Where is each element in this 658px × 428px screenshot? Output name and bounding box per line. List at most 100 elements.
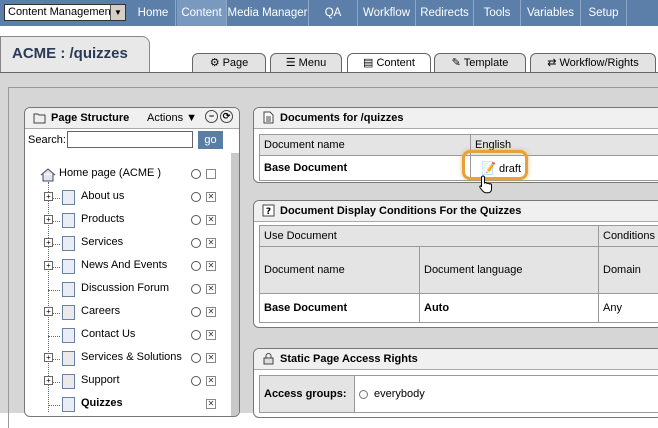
hand-cursor-icon <box>478 174 494 194</box>
workflow-icon: ⇄ <box>547 54 556 72</box>
nav-home[interactable]: Home <box>131 0 176 26</box>
tree-item[interactable]: Contact Us✕ <box>25 325 237 347</box>
tree-item-radio[interactable] <box>191 261 201 271</box>
tree-item[interactable]: + Products ✕ <box>25 210 237 232</box>
tree-item-delete-checkbox[interactable]: ✕ <box>206 330 216 340</box>
chevron-down-icon[interactable]: ▼ <box>110 5 125 20</box>
tree-item-delete-checkbox[interactable]: ✕ <box>206 238 216 248</box>
tree-item-label: Support <box>81 374 120 386</box>
access-rights-header: Static Page Access Rights <box>254 349 658 370</box>
page-icon <box>62 236 75 251</box>
tree-root[interactable]: Home page (ACME ) <box>25 164 237 186</box>
refresh-icon[interactable]: ⟳ <box>220 110 233 123</box>
tree-item[interactable]: + News And Events ✕ <box>25 256 237 278</box>
expand-icon[interactable]: + <box>44 307 53 316</box>
root-radio[interactable] <box>191 169 201 179</box>
root-checkbox[interactable] <box>206 169 216 179</box>
expand-icon[interactable]: + <box>44 376 53 385</box>
col-document-language: Document language <box>420 247 599 294</box>
nav-media-manager[interactable]: Media Manager <box>227 0 309 26</box>
tab-workflow-rights[interactable]: ⇄Workflow/Rights <box>530 53 656 73</box>
search-input[interactable] <box>67 131 193 148</box>
condition-language: Auto <box>420 294 599 323</box>
expand-icon[interactable]: + <box>44 353 53 362</box>
tree-item[interactable]: + About us ✕ <box>25 187 237 209</box>
tree-item-label: Products <box>81 213 124 225</box>
tree-item-label: About us <box>81 190 124 202</box>
tree-item-delete-checkbox[interactable]: ✕ <box>206 215 216 225</box>
actions-label: Actions <box>147 112 183 124</box>
help-icon: ? <box>262 204 275 217</box>
tab-page-label: Page <box>223 57 249 69</box>
col-domain: Domain <box>599 247 658 294</box>
nav-tools[interactable]: Tools <box>474 0 521 26</box>
tree-item-label: News And Events <box>81 259 167 271</box>
scrollbar[interactable] <box>231 153 239 417</box>
nav-redirects[interactable]: Redirects <box>416 0 474 26</box>
tree-item-radio[interactable] <box>191 330 201 340</box>
tree-item[interactable]: +Careers✕ <box>25 302 237 324</box>
module-select[interactable]: Content Management ▼ <box>4 4 126 21</box>
actions-menu[interactable]: Actions ▼ <box>147 108 197 128</box>
table-row: Base Document Auto Any <box>260 294 658 323</box>
conditions-table: Use Document Conditions Document name Do… <box>259 225 658 323</box>
tab-content[interactable]: ▤Content <box>347 53 431 73</box>
tree-item[interactable]: + Support ✕ <box>25 371 237 393</box>
tree-item[interactable]: +Services✕ <box>25 233 237 255</box>
page-structure-title: Page Structure <box>51 112 129 124</box>
nav-qa[interactable]: QA <box>309 0 358 26</box>
tree-item-delete-checkbox[interactable]: ✕ <box>206 261 216 271</box>
use-document-header: Use Document <box>260 226 599 247</box>
page-icon <box>62 374 75 389</box>
nav-variables[interactable]: Variables <box>521 0 581 26</box>
tree-item[interactable]: Discussion Forum ✕ <box>25 279 237 301</box>
expand-icon[interactable]: + <box>44 215 53 224</box>
tree-item-radio[interactable] <box>191 284 201 294</box>
tree-item-delete-checkbox[interactable]: ✕ <box>206 192 216 202</box>
display-conditions-panel: ? Document Display Conditions For the Qu… <box>253 200 658 328</box>
tree-item-delete-checkbox[interactable]: ✕ <box>206 376 216 386</box>
tree-item-radio[interactable] <box>191 238 201 248</box>
tree-item-radio[interactable] <box>191 215 201 225</box>
everybody-label: everybody <box>374 388 425 400</box>
menu-icon: ☰ <box>286 54 296 72</box>
tab-content-label: Content <box>376 57 415 69</box>
tab-menu-label: Menu <box>299 57 327 69</box>
nav-workflow[interactable]: Workflow <box>358 0 416 26</box>
title-area: ACME : /quizzes ⚙Page ☰Menu ▤Content ✎Te… <box>0 26 658 72</box>
documents-table: Document name English Base Document 📝 dr… <box>259 134 658 181</box>
tree-item[interactable]: +Services & Solutions✕ <box>25 348 237 370</box>
tree-item[interactable]: Quizzes✕ <box>25 394 237 416</box>
tree-item-delete-checkbox[interactable]: ✕ <box>206 307 216 317</box>
documents-title: Documents for /quizzes <box>280 112 403 124</box>
expand-icon[interactable]: + <box>44 192 53 201</box>
tab-page[interactable]: ⚙Page <box>192 53 266 73</box>
everybody-radio[interactable] <box>359 390 368 399</box>
tree-item-radio[interactable] <box>191 376 201 386</box>
tree-item-delete-checkbox[interactable]: ✕ <box>206 284 216 294</box>
tree-item-radio[interactable] <box>191 192 201 202</box>
nav-content[interactable]: Content <box>177 0 227 26</box>
tree-item-delete-checkbox[interactable]: ✕ <box>206 399 216 409</box>
collapse-icon[interactable]: − <box>205 110 218 123</box>
tab-menu[interactable]: ☰Menu <box>270 53 342 73</box>
go-button[interactable]: go <box>198 131 223 149</box>
tree-item-label: Discussion Forum <box>81 282 169 294</box>
page-structure-panel: Page Structure Actions ▼ − ⟳ Search: go … <box>24 107 240 417</box>
tree-line <box>48 336 60 337</box>
access-table: Access groups: everybody <box>259 375 658 413</box>
tree-item-radio[interactable] <box>191 353 201 363</box>
tab-template[interactable]: ✎Template <box>434 53 526 73</box>
svg-text:?: ? <box>266 207 271 217</box>
expand-icon[interactable]: + <box>44 261 53 270</box>
folder-icon <box>33 111 46 124</box>
page-title: ACME : /quizzes <box>0 36 150 76</box>
page-icon <box>62 259 75 274</box>
access-groups-label: Access groups: <box>260 376 355 413</box>
access-groups-value: everybody <box>355 376 658 413</box>
tree-item-delete-checkbox[interactable]: ✕ <box>206 353 216 363</box>
tree-item-radio[interactable] <box>191 307 201 317</box>
nav-setup[interactable]: Setup <box>581 0 627 26</box>
expand-icon[interactable]: + <box>44 238 53 247</box>
home-icon <box>40 168 56 182</box>
